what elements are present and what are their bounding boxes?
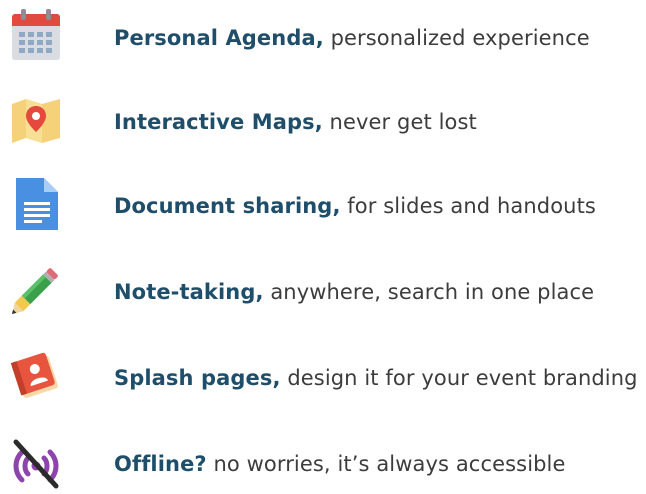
- document-icon: [8, 176, 64, 232]
- feature-text: Document sharing, for slides and handout…: [114, 193, 596, 219]
- feature-row-document-sharing: Document sharing, for slides and handout…: [0, 176, 646, 236]
- feature-row-splash-pages: Splash pages, design it for your event b…: [0, 348, 646, 408]
- feature-heading: Offline?: [114, 452, 207, 476]
- calendar-icon: [8, 8, 64, 64]
- feature-heading: Document sharing,: [114, 194, 341, 218]
- feature-heading: Splash pages,: [114, 366, 281, 390]
- feature-row-interactive-maps: Interactive Maps, never get lost: [0, 92, 646, 152]
- splash-book-icon: [8, 348, 64, 404]
- feature-detail: anywhere, search in one place: [263, 280, 595, 304]
- feature-detail: no worries, it’s always accessible: [206, 452, 566, 476]
- feature-text: Interactive Maps, never get lost: [114, 109, 477, 135]
- feature-detail: personalized experience: [323, 26, 590, 50]
- feature-detail: for slides and handouts: [340, 194, 596, 218]
- feature-text: Note-taking, anywhere, search in one pla…: [114, 279, 594, 305]
- feature-heading: Personal Agenda,: [114, 26, 324, 50]
- feature-detail: never get lost: [322, 110, 477, 134]
- feature-row-personal-agenda: Personal Agenda, personalized experience: [0, 8, 646, 68]
- feature-text: Splash pages, design it for your event b…: [114, 365, 638, 391]
- map-pin-icon: [8, 92, 64, 148]
- offline-wifi-icon: [8, 434, 64, 490]
- feature-text: Offline? no worries, it’s always accessi…: [114, 451, 566, 477]
- feature-heading: Note-taking,: [114, 280, 264, 304]
- feature-heading: Interactive Maps,: [114, 110, 323, 134]
- feature-detail: design it for your event branding: [280, 366, 638, 390]
- feature-row-note-taking: Note-taking, anywhere, search in one pla…: [0, 262, 646, 322]
- pencil-icon: [8, 262, 64, 318]
- feature-row-offline: Offline? no worries, it’s always accessi…: [0, 434, 646, 494]
- feature-text: Personal Agenda, personalized experience: [114, 25, 590, 51]
